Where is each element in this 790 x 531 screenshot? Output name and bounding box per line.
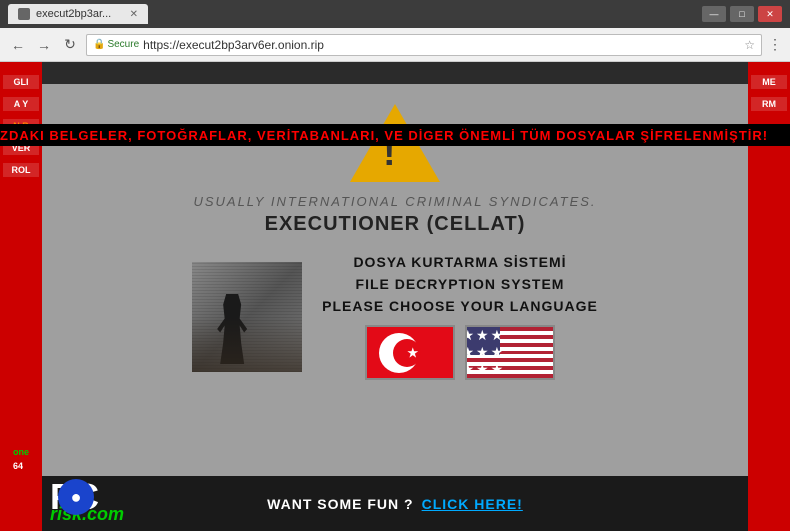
tab-close-button[interactable]: ✕ [130,9,138,20]
crescent-icon: ★ [396,339,424,367]
star-shape: ★ [407,344,420,361]
tab-favicon [18,8,30,20]
tab-label: execut2bp3ar... [36,8,111,20]
top-banner: ZDAKI BELGELER, FOTOĞRAFLAR, VERİTABANLA… [0,124,790,146]
flags-row: ★ [365,325,555,380]
browser-tab[interactable]: execut2bp3ar... ✕ [8,4,148,24]
back-button[interactable]: ← [8,37,28,53]
pcrisk-dot-icon: ● [71,487,82,508]
secure-badge: 🔒 Secure [93,39,139,50]
minimize-button[interactable]: — [702,6,726,22]
url-end-icons: ☆ [744,38,755,52]
side-right-tag-1: RM [751,97,787,111]
menu-button[interactable]: ⋮ [768,36,782,53]
lock-icon: 🔒 [93,39,105,50]
url-text: https://execut2bp3arv6er.onion.rip [143,38,324,52]
title-bar-controls: — □ ✕ [702,6,782,22]
bottom-want-section: ● PC risk.com WANT SOME FUN ? CLICK HERE… [42,476,748,531]
content-area: ZDAKI BELGELER, FOTOĞRAFLAR, VERİTABANLA… [0,62,790,531]
click-here-link[interactable]: CLICK HERE! [422,496,523,512]
side-left-extra-0: one [13,447,29,457]
side-left-extra-1: 64 [13,461,29,471]
side-left-tag-4: ROL [3,163,39,177]
main-title: EXECUTIONER (CELLAT) [265,213,526,236]
top-banner-text: ZDAKI BELGELER, FOTOĞRAFLAR, VERİTABANLA… [0,128,768,143]
photo-box [192,262,302,372]
secure-label: Secure [107,39,139,50]
address-bar: ← → ↻ 🔒 Secure https://execut2bp3arv6er.… [0,28,790,62]
side-right-items: ME RM [751,67,787,119]
side-left-extra: one 64 [13,447,29,531]
info-text: DOSYA KURTARMA SİSTEMİ FILE DECRYPTION S… [322,254,598,380]
info-line-1: DOSYA KURTARMA SİSTEMİ [353,254,566,270]
browser-frame: execut2bp3ar... ✕ — □ ✕ ← → ↻ 🔒 Secure h… [0,0,790,531]
pcrisk-icon: ● [58,479,94,515]
subtitle: USUALLY INTERNATIONAL CRIMINAL SYNDICATE… [193,194,596,209]
title-bar: execut2bp3ar... ✕ — □ ✕ [0,0,790,28]
side-left-tag-0: GLI [3,75,39,89]
star-icon[interactable]: ☆ [744,38,755,52]
url-box[interactable]: 🔒 Secure https://execut2bp3arv6er.onion.… [86,34,762,56]
refresh-button[interactable]: ↻ [60,36,80,53]
figure-silhouette [217,294,247,364]
want-fun-text: WANT SOME FUN ? [267,496,413,512]
side-right-tag-0: ME [751,75,787,89]
middle-section: DOSYA KURTARMA SİSTEMİ FILE DECRYPTION S… [62,254,728,380]
info-line-2: FILE DECRYPTION SYSTEM [356,276,565,292]
forward-button[interactable]: → [34,37,54,53]
maximize-button[interactable]: □ [730,6,754,22]
info-line-3: PLEASE CHOOSE YOUR LANGUAGE [322,298,598,314]
side-left-tag-1: A Y [3,97,39,111]
us-flag-canton: ★★★★★★★★★ [467,327,500,355]
close-button[interactable]: ✕ [758,6,782,22]
turkish-flag[interactable]: ★ [365,325,455,380]
us-flag[interactable]: ★★★★★★★★★ [465,325,555,380]
pcrisk-logo-area: ● PC risk.com [50,479,124,523]
